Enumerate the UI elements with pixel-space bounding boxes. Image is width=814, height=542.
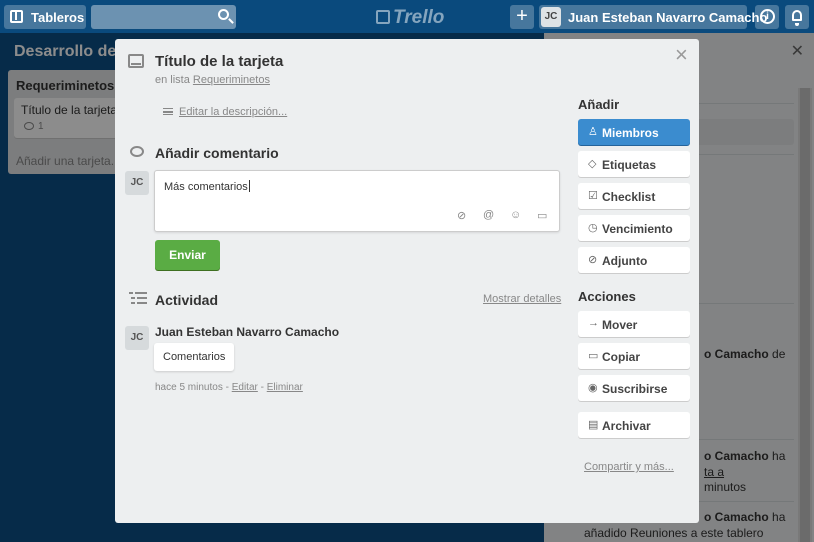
in-list-text: en lista Requeriminetos bbox=[155, 74, 270, 86]
label-icon: ◇ bbox=[588, 158, 597, 170]
clock-icon: ◷ bbox=[588, 222, 598, 234]
show-details-link[interactable]: Mostrar detalles bbox=[483, 293, 561, 305]
card-title[interactable]: Título de la tarjeta bbox=[155, 53, 283, 70]
paperclip-icon: ⊘ bbox=[588, 254, 598, 266]
notifications-button[interactable] bbox=[785, 5, 809, 29]
checklist-button[interactable]: ☑ Checklist bbox=[578, 183, 690, 209]
eye-icon: ◉ bbox=[588, 382, 598, 394]
edit-comment-link[interactable]: Editar bbox=[232, 382, 258, 393]
subscribe-button[interactable]: ◉ Suscribirse bbox=[578, 375, 690, 401]
logo-text: Trello bbox=[393, 7, 445, 28]
close-icon[interactable]: × bbox=[675, 44, 688, 66]
checklist-icon: ☑ bbox=[588, 190, 598, 202]
activity-time: hace 5 minutos bbox=[155, 382, 223, 393]
description-icon bbox=[163, 108, 173, 115]
attachment-icon[interactable]: ⊘ bbox=[457, 209, 466, 222]
comment-input-text: Más comentarios bbox=[164, 181, 248, 193]
send-button[interactable]: Enviar bbox=[155, 240, 220, 270]
info-button[interactable]: i bbox=[755, 5, 779, 29]
boards-button[interactable]: Tableros bbox=[4, 5, 86, 29]
mention-icon[interactable]: @ bbox=[483, 209, 494, 221]
member-icon: ♙ bbox=[588, 126, 598, 138]
share-link[interactable]: Compartir y más... bbox=[584, 461, 674, 473]
boards-icon bbox=[10, 10, 23, 23]
top-header: Tableros Trello + JC Juan Esteban Navarr… bbox=[0, 0, 814, 33]
bell-icon bbox=[792, 10, 802, 26]
archive-button[interactable]: ▤ Archivar bbox=[578, 412, 690, 438]
delete-comment-link[interactable]: Eliminar bbox=[267, 382, 303, 393]
info-icon: i bbox=[760, 9, 775, 24]
card-icon[interactable]: ▭ bbox=[537, 209, 547, 222]
members-button[interactable]: ♙ Miembros bbox=[578, 119, 690, 145]
copy-icon: ▭ bbox=[588, 350, 599, 362]
boards-label: Tableros bbox=[31, 10, 85, 25]
card-detail-modal: × Título de la tarjeta en lista Requerim… bbox=[115, 39, 699, 523]
activity-heading: Actividad bbox=[155, 292, 219, 308]
move-button[interactable]: → Mover bbox=[578, 311, 690, 337]
avatar[interactable]: JC bbox=[125, 171, 149, 195]
comment-icon bbox=[130, 146, 144, 157]
edit-description-link[interactable]: Editar la descripción... bbox=[163, 106, 287, 118]
emoji-icon[interactable]: ☺ bbox=[510, 209, 521, 221]
copy-button[interactable]: ▭ Copiar bbox=[578, 343, 690, 369]
activity-comment: Comentarios bbox=[154, 343, 235, 371]
search-input[interactable] bbox=[91, 5, 236, 29]
comment-input[interactable]: Más comentarios ⊘ @ ☺ ▭ bbox=[154, 170, 560, 232]
due-date-button[interactable]: ◷ Vencimiento bbox=[578, 215, 690, 241]
trello-logo-icon bbox=[376, 10, 390, 24]
activity-meta: hace 5 minutos - Editar - Eliminar bbox=[155, 382, 303, 393]
list-link[interactable]: Requeriminetos bbox=[193, 74, 270, 86]
trello-logo[interactable]: Trello bbox=[376, 7, 444, 29]
avatar[interactable]: JC bbox=[125, 326, 149, 350]
user-name: Juan Esteban Navarro Camacho bbox=[568, 10, 768, 25]
attachment-button[interactable]: ⊘ Adjunto bbox=[578, 247, 690, 273]
card-icon bbox=[128, 54, 144, 68]
search-icon bbox=[218, 9, 229, 20]
user-menu-button[interactable]: JC Juan Esteban Navarro Camacho bbox=[539, 5, 767, 29]
add-button[interactable]: + bbox=[510, 5, 534, 29]
arrow-right-icon: → bbox=[588, 317, 599, 329]
avatar: JC bbox=[541, 7, 561, 27]
actions-heading: Acciones bbox=[578, 289, 636, 304]
labels-button[interactable]: ◇ Etiquetas bbox=[578, 151, 690, 177]
archive-icon: ▤ bbox=[588, 419, 599, 431]
activity-user[interactable]: Juan Esteban Navarro Camacho bbox=[155, 325, 339, 339]
add-heading: Añadir bbox=[578, 97, 620, 112]
activity-icon bbox=[129, 292, 147, 304]
add-comment-heading: Añadir comentario bbox=[155, 145, 279, 161]
